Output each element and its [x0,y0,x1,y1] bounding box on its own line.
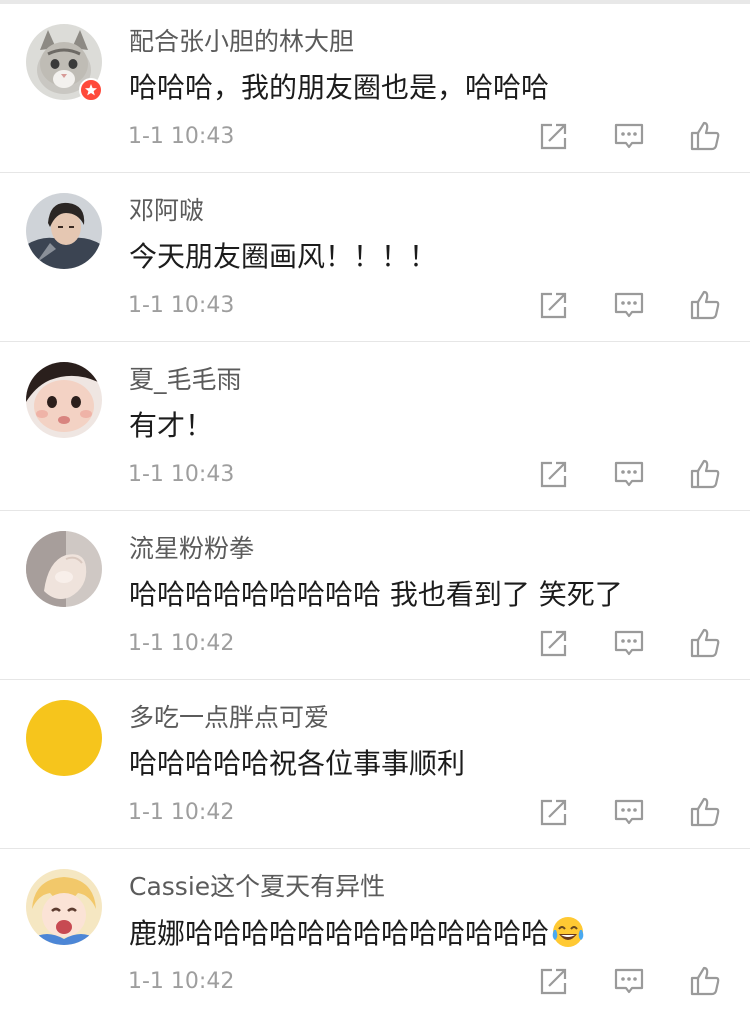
reply-button[interactable] [613,965,645,997]
reply-button[interactable] [613,458,645,490]
yellow-circle-avatar [26,700,102,776]
reply-button[interactable] [613,796,645,828]
comment-item: 流星粉粉拳 哈哈哈哈哈哈哈哈哈 我也看到了 笑死了 1-1 10:42 [0,511,750,680]
timestamp: 1-1 10:42 [128,631,235,656]
thumbs-up-icon [690,121,720,151]
timestamp: 1-1 10:43 [128,124,235,149]
thumbs-up-icon [690,966,720,996]
thumbs-up-icon [690,290,720,320]
comment-text-content: 鹿娜哈哈哈哈哈哈哈哈哈哈哈哈哈 [129,917,550,950]
username[interactable]: 夏_毛毛雨 [129,364,242,396]
repost-button[interactable] [538,458,570,490]
comment-icon [614,461,644,487]
reply-button[interactable] [613,289,645,321]
username[interactable]: 流星粉粉拳 [129,533,254,565]
child-photo-avatar [26,362,102,438]
like-button[interactable] [689,796,721,828]
comment-item: 邓阿啵 今天朋友圈画风！！！！ 1-1 10:43 [0,173,750,342]
hand-photo-avatar [26,531,102,607]
comment-icon [614,630,644,656]
comment-item: Cassie这个夏天有异性 鹿娜哈哈哈哈哈哈哈哈哈哈哈哈哈 1-1 10:42 [0,849,750,1018]
repost-button[interactable] [538,965,570,997]
avatar[interactable] [26,700,102,776]
comment-text: 哈哈哈哈哈哈哈哈哈 我也看到了 笑死了 [129,578,623,611]
repost-icon [540,630,567,657]
repost-button[interactable] [538,120,570,152]
repost-icon [540,799,567,826]
comment-item: 配合张小胆的林大胆 哈哈哈，我的朋友圈也是，哈哈哈 1-1 10:43 [0,4,750,173]
timestamp: 1-1 10:42 [128,969,235,994]
username[interactable]: Cassie这个夏天有异性 [129,871,385,903]
username[interactable]: 邓阿啵 [129,195,204,227]
repost-icon [540,292,567,319]
repost-button[interactable] [538,289,570,321]
comment-text: 哈哈哈哈哈祝各位事事顺利 [129,747,466,780]
verified-badge [79,78,103,102]
repost-icon [540,123,567,150]
like-button[interactable] [689,458,721,490]
timestamp: 1-1 10:42 [128,800,235,825]
comment-text: 鹿娜哈哈哈哈哈哈哈哈哈哈哈哈哈 [129,915,585,952]
avatar[interactable] [26,531,102,607]
man-photo-avatar [26,193,102,269]
repost-icon [540,461,567,488]
repost-button[interactable] [538,796,570,828]
comment-text: 今天朋友圈画风！！！！ [129,240,438,273]
thumbs-up-icon [690,628,720,658]
tears-of-joy-emoji [552,917,584,947]
star-icon [85,84,97,96]
comment-text: 有才！ [129,409,214,442]
comment-text: 哈哈哈，我的朋友圈也是，哈哈哈 [129,71,550,104]
repost-button[interactable] [538,627,570,659]
thumbs-up-icon [690,797,720,827]
avatar[interactable] [26,362,102,438]
like-button[interactable] [689,627,721,659]
like-button[interactable] [689,120,721,152]
username[interactable]: 配合张小胆的林大胆 [129,26,354,58]
comment-list: 配合张小胆的林大胆 哈哈哈，我的朋友圈也是，哈哈哈 1-1 10:43 邓阿啵 … [0,4,750,1018]
reply-button[interactable] [613,120,645,152]
username[interactable]: 多吃一点胖点可爱 [129,702,329,734]
repost-icon [540,968,567,995]
timestamp: 1-1 10:43 [128,293,235,318]
reply-button[interactable] [613,627,645,659]
comment-item: 夏_毛毛雨 有才！ 1-1 10:43 [0,342,750,511]
anime-girl-avatar [26,869,102,945]
timestamp: 1-1 10:43 [128,462,235,487]
avatar[interactable] [26,869,102,945]
thumbs-up-icon [690,459,720,489]
like-button[interactable] [689,289,721,321]
comment-item: 多吃一点胖点可爱 哈哈哈哈哈祝各位事事顺利 1-1 10:42 [0,680,750,849]
comment-icon [614,968,644,994]
like-button[interactable] [689,965,721,997]
avatar[interactable] [26,193,102,269]
comment-icon [614,799,644,825]
comment-icon [614,123,644,149]
comment-icon [614,292,644,318]
